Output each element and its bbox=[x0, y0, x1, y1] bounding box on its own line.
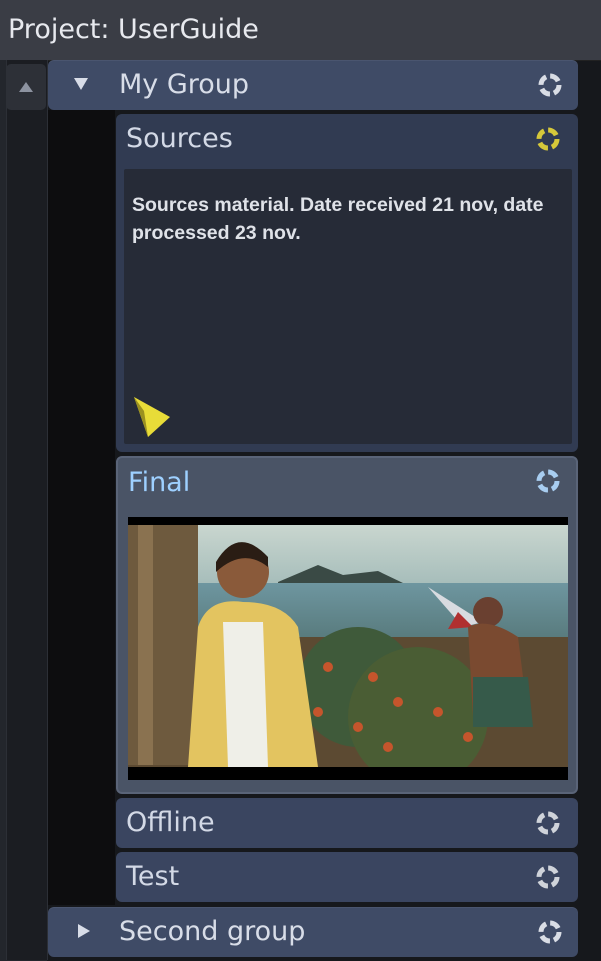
project-title: Project: UserGuide bbox=[8, 14, 259, 45]
note-text: Sources material. Date received 21 nov, … bbox=[132, 194, 544, 244]
sync-icon bbox=[536, 811, 560, 835]
triangle-down-icon[interactable] bbox=[74, 78, 88, 90]
group-row-second-group[interactable]: Second group bbox=[48, 907, 578, 957]
triangle-right-icon[interactable] bbox=[78, 924, 90, 938]
note-flag-icon bbox=[134, 397, 170, 437]
item-label: Sources bbox=[126, 123, 233, 154]
list-item-test[interactable]: Test bbox=[116, 852, 578, 902]
list-item-offline[interactable]: Offline bbox=[116, 798, 578, 848]
sync-icon bbox=[538, 920, 562, 944]
item-label: Test bbox=[126, 861, 180, 892]
sync-icon bbox=[536, 127, 560, 151]
panel-header: Project: UserGuide bbox=[0, 0, 601, 61]
group-row-my-group[interactable]: My Group bbox=[48, 60, 578, 110]
track-gutter bbox=[48, 110, 115, 905]
list-item-sources[interactable]: Sources Sources material. Date received … bbox=[116, 114, 578, 452]
item-note[interactable]: Sources material. Date received 21 nov, … bbox=[124, 169, 572, 444]
scrollbar-track[interactable] bbox=[6, 60, 48, 960]
group-label: Second group bbox=[119, 916, 306, 947]
triangle-up-icon bbox=[19, 82, 33, 92]
item-label: Final bbox=[128, 467, 191, 498]
group-label: My Group bbox=[119, 69, 250, 100]
sync-icon bbox=[536, 469, 560, 493]
list-item-final[interactable]: Final bbox=[116, 456, 578, 794]
thumbnail-image bbox=[128, 517, 568, 780]
sync-icon bbox=[538, 73, 562, 97]
scroll-up-button[interactable] bbox=[6, 64, 46, 110]
item-label: Offline bbox=[126, 807, 215, 838]
sync-icon bbox=[536, 865, 560, 889]
